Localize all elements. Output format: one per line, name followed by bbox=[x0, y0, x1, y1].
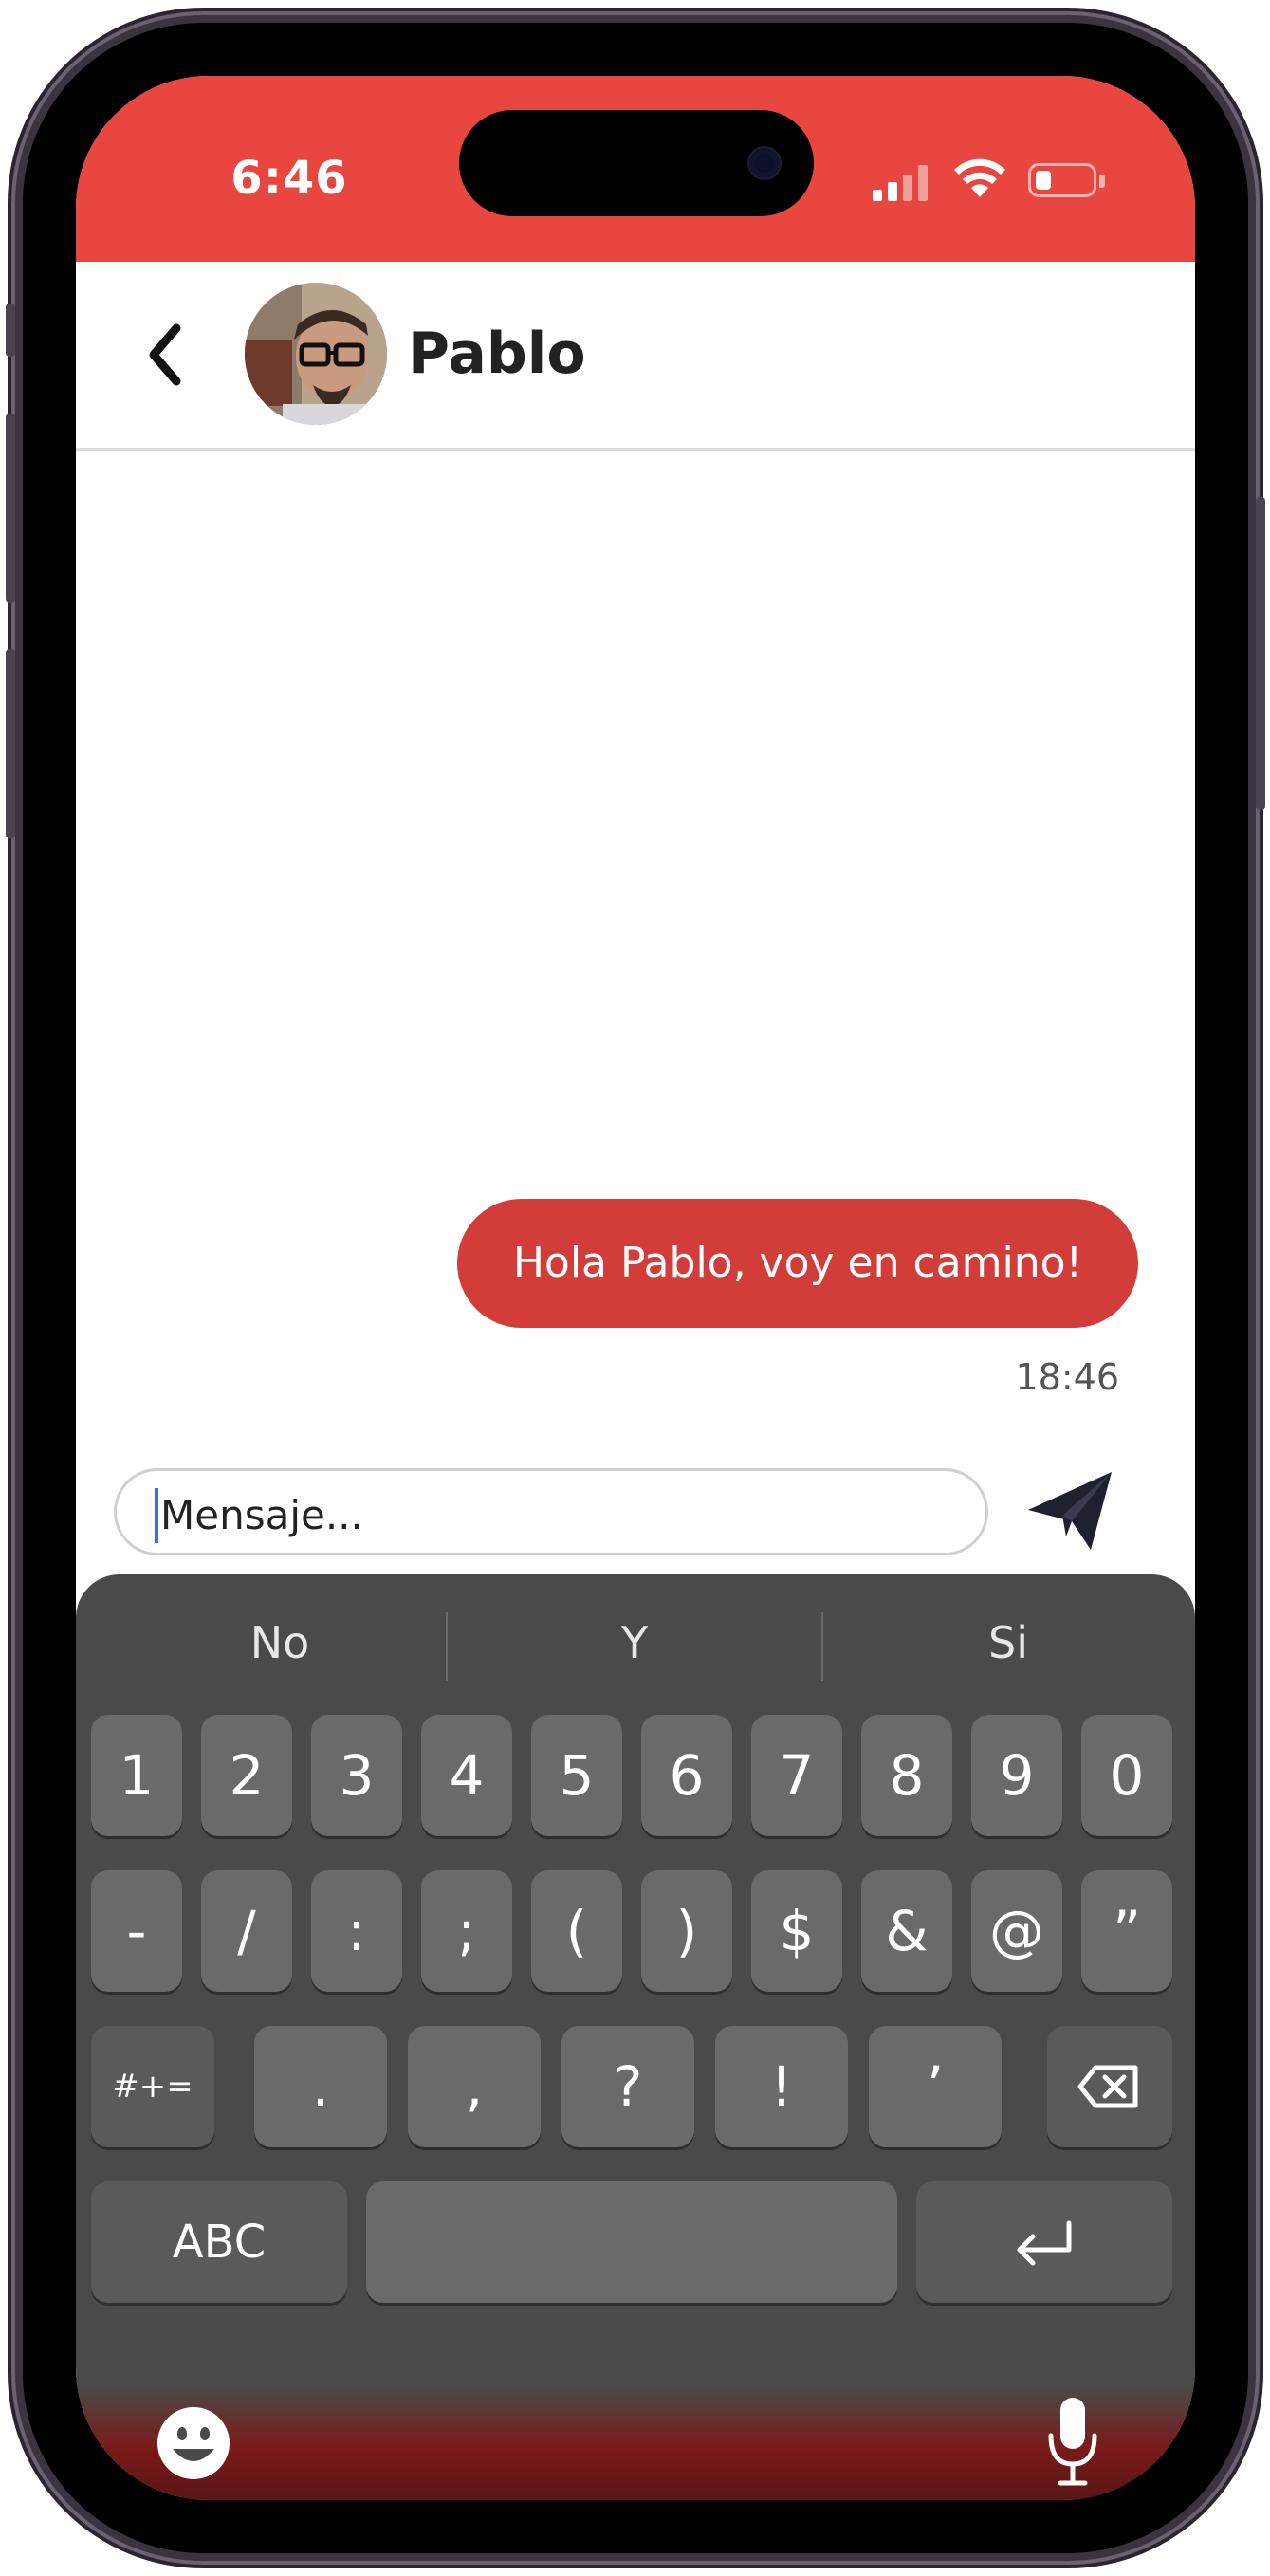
status-bar: 6:46 bbox=[76, 76, 1195, 262]
key-quote[interactable]: ” bbox=[1081, 1870, 1172, 1992]
suggestion-y[interactable]: Y bbox=[450, 1609, 819, 1677]
paper-plane-icon[interactable] bbox=[1024, 1466, 1115, 1557]
keyboard-bottom-shade bbox=[76, 2386, 1195, 2500]
key-open-paren[interactable]: ( bbox=[531, 1870, 622, 1992]
abc-key[interactable]: ABC bbox=[91, 2181, 347, 2303]
emoji-icon[interactable] bbox=[156, 2405, 231, 2481]
microphone-icon[interactable] bbox=[1043, 2394, 1102, 2489]
status-time: 6:46 bbox=[230, 152, 348, 205]
silent-switch bbox=[6, 304, 15, 357]
key-4[interactable]: 4 bbox=[421, 1715, 512, 1836]
power-button bbox=[1256, 497, 1265, 810]
key-dollar[interactable]: $ bbox=[751, 1870, 842, 1992]
key-9[interactable]: 9 bbox=[971, 1715, 1062, 1836]
cellular-signal-icon bbox=[873, 163, 929, 201]
battery-cap bbox=[1099, 175, 1105, 188]
volume-down-button bbox=[6, 649, 15, 838]
key-ampersand[interactable]: & bbox=[861, 1870, 952, 1992]
avatar[interactable] bbox=[245, 283, 387, 425]
return-key[interactable] bbox=[916, 2181, 1172, 2303]
key-hyphen[interactable]: - bbox=[91, 1870, 182, 1992]
suggestion-si[interactable]: Si bbox=[823, 1609, 1193, 1677]
wifi-icon bbox=[954, 158, 1005, 197]
chat-header: Pablo bbox=[76, 262, 1195, 451]
key-period[interactable]: . bbox=[254, 2026, 387, 2147]
delete-key[interactable] bbox=[1047, 2026, 1172, 2147]
backspace-icon bbox=[1077, 2065, 1138, 2108]
key-exclamation[interactable]: ! bbox=[715, 2026, 848, 2147]
screen: 6:46 Pablo Hola Pablo, voy en camino! 18… bbox=[76, 76, 1195, 2500]
phone-frame: 6:46 Pablo Hola Pablo, voy en camino! 18… bbox=[6, 23, 1265, 2553]
key-0[interactable]: 0 bbox=[1081, 1715, 1172, 1836]
space-key[interactable] bbox=[366, 2181, 897, 2303]
key-question[interactable]: ? bbox=[561, 2026, 694, 2147]
key-2[interactable]: 2 bbox=[201, 1715, 292, 1836]
key-slash[interactable]: / bbox=[201, 1870, 292, 1992]
message-timestamp: 18:46 bbox=[1015, 1356, 1119, 1398]
camera-icon bbox=[749, 148, 780, 178]
return-icon bbox=[1017, 2220, 1072, 2266]
key-7[interactable]: 7 bbox=[751, 1715, 842, 1836]
volume-up-button bbox=[6, 414, 15, 603]
key-at[interactable]: @ bbox=[971, 1870, 1062, 1992]
key-1[interactable]: 1 bbox=[91, 1715, 182, 1836]
text-caret bbox=[155, 1488, 158, 1543]
key-8[interactable]: 8 bbox=[861, 1715, 952, 1836]
key-semicolon[interactable]: ; bbox=[421, 1870, 512, 1992]
message-input-placeholder: Mensaje... bbox=[160, 1492, 363, 1538]
suggestion-divider bbox=[446, 1612, 448, 1681]
key-comma[interactable]: , bbox=[408, 2026, 541, 2147]
key-colon[interactable]: : bbox=[311, 1870, 402, 1992]
contact-name[interactable]: Pablo bbox=[408, 321, 586, 387]
key-apostrophe[interactable]: ’ bbox=[869, 2026, 1002, 2147]
key-more-symbols[interactable]: #+= bbox=[91, 2026, 214, 2147]
chevron-left-icon[interactable] bbox=[133, 315, 201, 395]
key-close-paren[interactable]: ) bbox=[641, 1870, 732, 1992]
outgoing-message-bubble[interactable]: Hola Pablo, voy en camino! bbox=[457, 1199, 1138, 1328]
key-3[interactable]: 3 bbox=[311, 1715, 402, 1836]
dynamic-island bbox=[459, 110, 814, 216]
suggestion-no[interactable]: No bbox=[95, 1609, 465, 1677]
message-input[interactable]: Mensaje... bbox=[114, 1468, 988, 1555]
battery-icon bbox=[1028, 163, 1096, 197]
key-6[interactable]: 6 bbox=[641, 1715, 732, 1836]
keyboard: No Y Si 1 2 3 4 5 6 7 8 9 0 - / : ; ( ) … bbox=[76, 1574, 1195, 2500]
key-5[interactable]: 5 bbox=[531, 1715, 622, 1836]
